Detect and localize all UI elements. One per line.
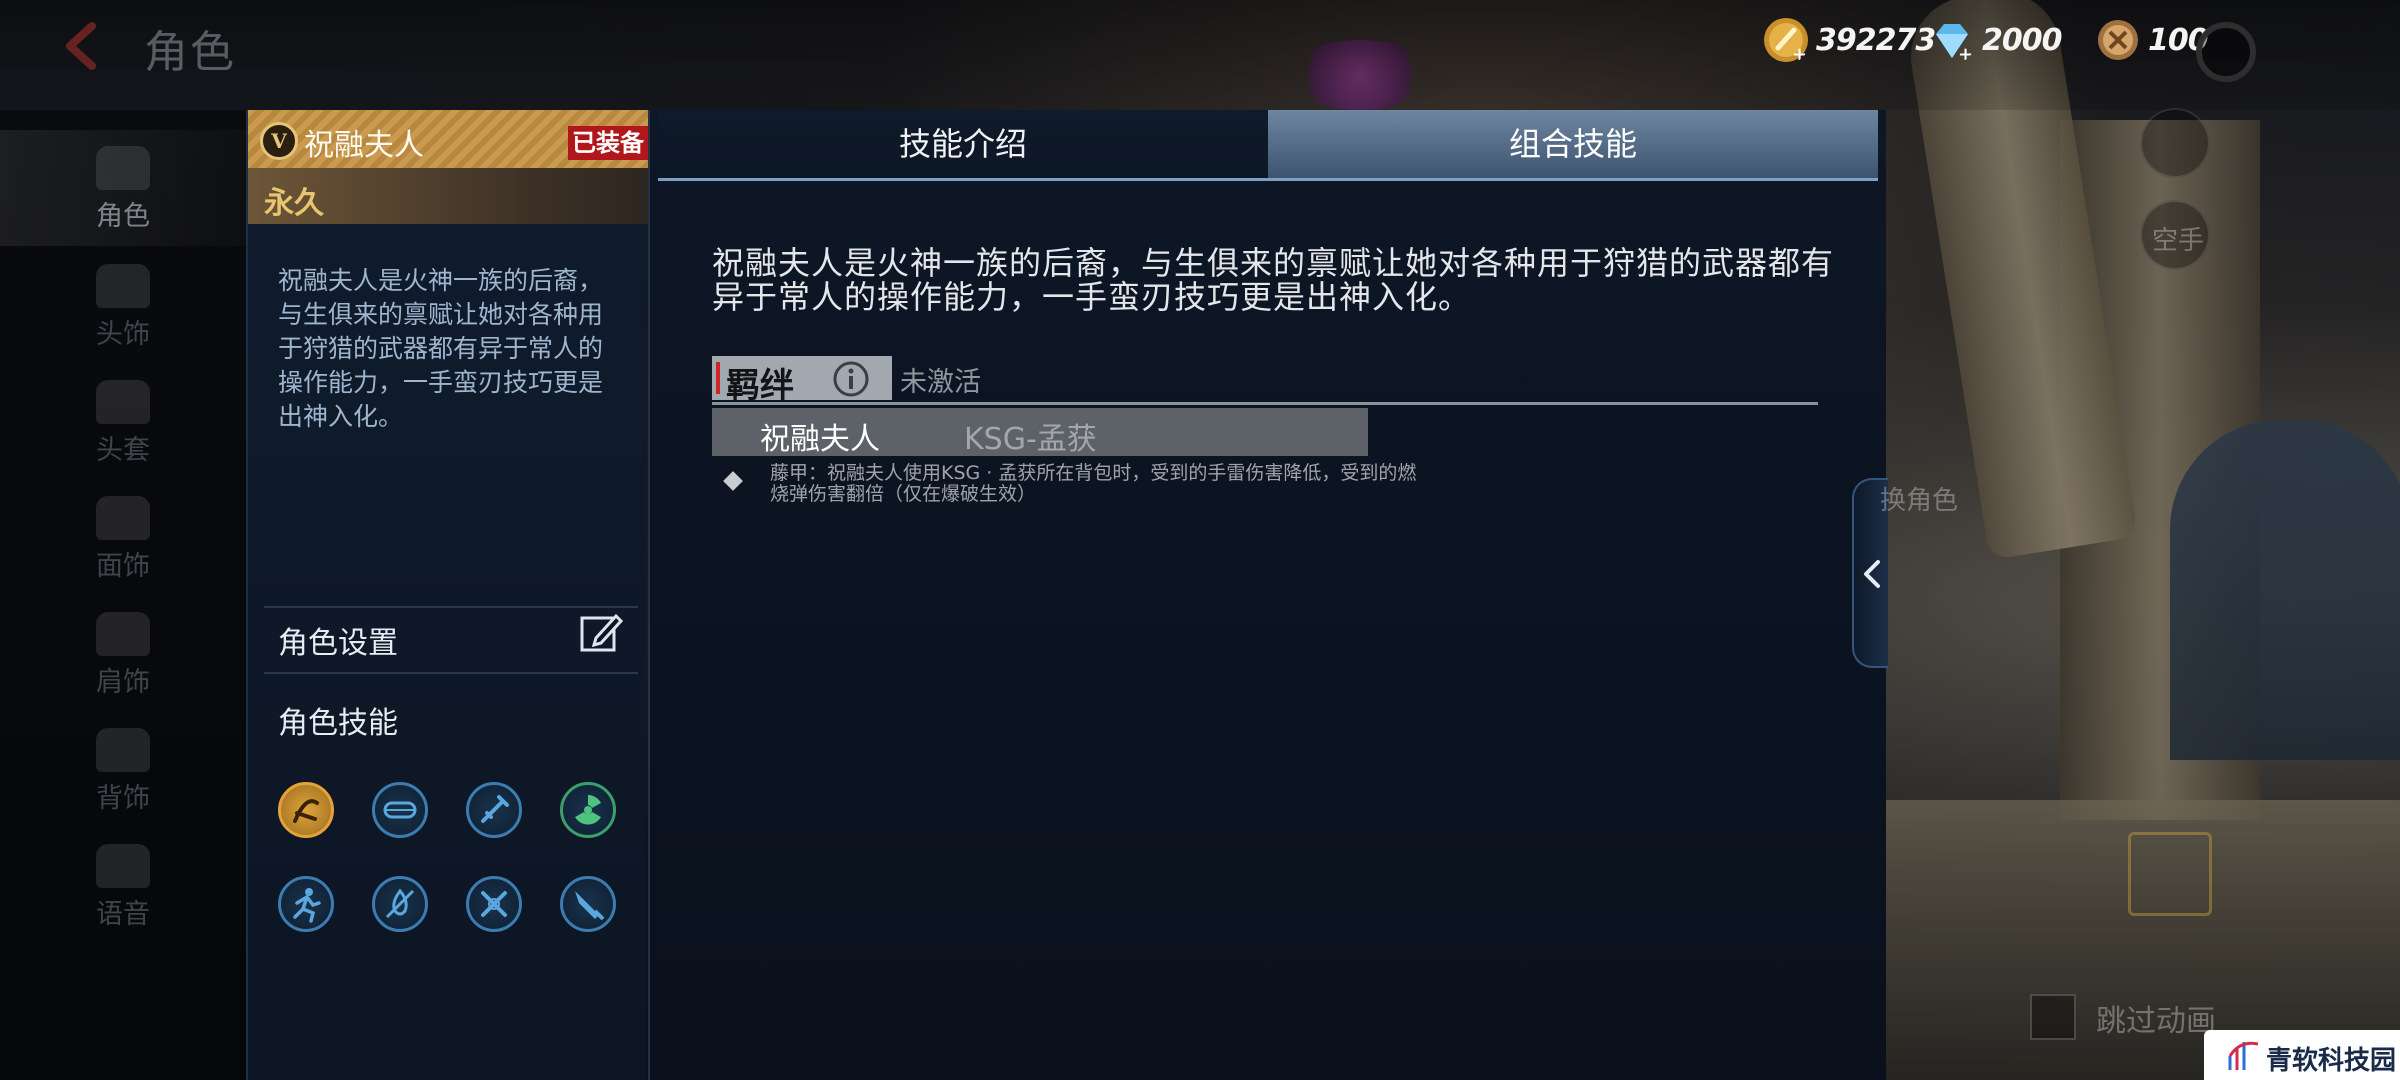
category-sidebar: 角色 头饰 头套 面饰 肩饰 背饰 语音 [0, 110, 246, 1080]
character-description: 祝融夫人是火神一族的后裔，与生俱来的禀赋让她对各种用于狩猎的武器都有异于常人的操… [278, 266, 604, 431]
sidebar-item-hood[interactable]: 头套 [0, 364, 246, 480]
watermark-logo-icon [2228, 1041, 2259, 1070]
gold-value: 392273 [1816, 22, 1936, 58]
skill-crossed-blades-icon[interactable] [466, 876, 522, 932]
back-arrow-icon[interactable] [56, 20, 108, 72]
gold-currency[interactable]: + 392273 [1762, 18, 1936, 64]
top-bar: 角色 + 392273 + 2000 100 [0, 0, 2400, 110]
tab-underline [658, 178, 1878, 181]
skip-animation-checkbox[interactable] [2030, 994, 2076, 1040]
change-character-label[interactable]: 换角色 [1880, 480, 1958, 517]
tab-skill-intro[interactable]: 技能介绍 [658, 110, 1268, 178]
sidebar-item-back[interactable]: 背饰 [0, 712, 246, 828]
pair-weapon-name: KSG-孟获 [964, 422, 1097, 457]
sidebar-item-label: 头套 [96, 435, 150, 466]
coin-icon [2098, 20, 2138, 60]
bond-header: 羁绊 [712, 356, 892, 406]
goggles-slot-button[interactable] [2138, 670, 2208, 740]
bond-divider [712, 402, 1818, 405]
tab-combo-skill[interactable]: 组合技能 [1268, 110, 1878, 178]
menu-ring-button[interactable] [2196, 22, 2256, 82]
shoulder-accessory-icon [96, 612, 150, 656]
page-title: 角色 [144, 27, 236, 78]
sidebar-item-character[interactable]: 角色 [0, 130, 246, 246]
character-name-bar: V 祝融夫人 已装备 [248, 110, 648, 168]
camera-control-button[interactable] [2140, 108, 2210, 178]
empty-hand-button[interactable]: 空手 [2140, 200, 2210, 270]
divider [264, 672, 638, 674]
bonus-description: 藤甲：祝融夫人使用KSG · 孟获所在背包时，受到的手雷伤害降低，受到的燃烧弹伤… [770, 462, 1417, 505]
skill-no-flame-icon[interactable] [372, 876, 428, 932]
bond-label: 羁绊 [726, 366, 794, 406]
divider [264, 606, 638, 608]
sidebar-item-label: 头饰 [96, 319, 150, 350]
headwear-icon [96, 264, 150, 308]
bond-accent-bar [716, 362, 720, 394]
sidebar-item-label: 角色 [96, 201, 150, 232]
skill-syringe-icon[interactable] [466, 782, 522, 838]
sidebar-item-face[interactable]: 面饰 [0, 480, 246, 596]
hood-icon [96, 380, 150, 424]
bond-status: 未激活 [900, 367, 981, 398]
sidebar-item-headwear[interactable]: 头饰 [0, 248, 246, 364]
skip-animation-label: 跳过动画 [2096, 1004, 2216, 1039]
diamond-value: 2000 [1982, 22, 2062, 58]
character-settings-label: 角色设置 [278, 626, 398, 661]
character-skills-label: 角色技能 [278, 706, 398, 741]
gold-icon: + [1764, 18, 1808, 64]
character-info-panel: V 祝融夫人 已装备 永久 祝融夫人是火神一族的后裔，与生俱来的禀赋让她对各种用… [246, 110, 648, 1080]
diamond-currency[interactable]: + 2000 [1928, 18, 2062, 64]
skill-radiation-icon[interactable] [560, 782, 616, 838]
skill-slash-icon[interactable] [278, 782, 334, 838]
sidebar-item-shoulder[interactable]: 肩饰 [0, 596, 246, 712]
chevron-left-icon [1864, 560, 1880, 588]
skill-goggles-icon[interactable] [372, 782, 428, 838]
game-screen: 角色 + 392273 + 2000 100 角色 头饰 头套 面饰 肩饰 背饰… [0, 0, 2400, 1080]
skill-detail-panel: 技能介绍 组合技能 祝融夫人是火神一族的后裔，与生俱来的禀赋让她对各种用于狩猎的… [648, 110, 1886, 1080]
diamond-icon: + [1936, 24, 1973, 64]
watermark-text: 青软科技园 [2266, 1046, 2397, 1076]
character-icon [96, 146, 150, 190]
v-rank-icon: V [260, 122, 298, 160]
sidebar-item-label: 面饰 [96, 551, 150, 582]
equipped-badge: 已装备 [568, 126, 648, 160]
sidebar-item-label: 肩饰 [96, 667, 150, 698]
sidebar-item-voice[interactable]: 语音 [0, 828, 246, 944]
duration-bar: 永久 [248, 168, 648, 224]
sidebar-item-label: 背饰 [96, 783, 150, 814]
wolf-slot-button[interactable] [2138, 752, 2208, 822]
sidebar-item-label: 语音 [96, 899, 150, 930]
radiation-slot-button[interactable] [2128, 832, 2212, 916]
info-icon[interactable] [832, 360, 870, 398]
pair-character-name: 祝融夫人 [760, 422, 880, 457]
svg-text:+: + [1958, 44, 1973, 64]
edit-icon[interactable] [578, 610, 624, 656]
duration-label: 永久 [264, 186, 324, 221]
empty-hand-label: 空手 [2152, 226, 2205, 256]
voice-icon [96, 844, 150, 888]
coin-currency[interactable]: 100 [2094, 18, 2209, 62]
skill-knife-icon[interactable] [560, 876, 616, 932]
bonus-bullet-icon [723, 471, 743, 491]
face-accessory-icon [96, 496, 150, 540]
watermark: 青软科技园 [2204, 1030, 2400, 1080]
combo-description: 祝融夫人是火神一族的后裔，与生俱来的禀赋让她对各种用于狩猎的武器都有异于常人的操… [712, 244, 1835, 316]
svg-text:+: + [1792, 44, 1807, 64]
back-accessory-icon [96, 728, 150, 772]
bond-pair-row: 祝融夫人 KSG-孟获 [712, 408, 1368, 457]
character-name: 祝融夫人 [304, 128, 424, 163]
skill-runner-icon[interactable] [278, 876, 334, 932]
